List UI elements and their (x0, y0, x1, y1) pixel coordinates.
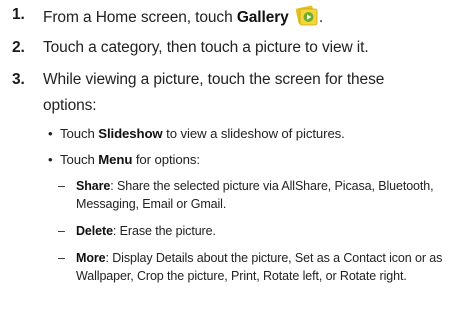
gallery-icon (295, 4, 319, 28)
dash-glyph: – (58, 251, 65, 265)
step-number: 3. (12, 71, 25, 88)
step-number: 1. (12, 6, 25, 23)
share-label: Share (76, 179, 111, 193)
step-text: Touch a category, then touch a picture t… (43, 39, 369, 56)
delete-label: Delete (76, 224, 113, 238)
slideshow-label: Slideshow (98, 126, 163, 141)
dash-glyph: – (58, 224, 65, 238)
step-text-end: . (318, 9, 324, 26)
bullet-glyph: • (48, 126, 53, 141)
dash-glyph: – (58, 179, 65, 193)
step-text: While viewing a picture, touch the scree… (43, 71, 385, 88)
bullet-slideshow: • Touch Slideshow to view a slideshow of … (48, 126, 345, 141)
more-label: More (76, 251, 106, 265)
gallery-label: Gallery (236, 9, 289, 26)
step-text: From a Home screen, touch (43, 9, 237, 26)
step-number: 2. (12, 39, 25, 56)
menu-label: Menu (98, 152, 133, 167)
bullet-menu: • Touch Menu for options: (48, 152, 200, 167)
step-text: options: (43, 97, 97, 114)
bullet-glyph: • (48, 152, 53, 167)
